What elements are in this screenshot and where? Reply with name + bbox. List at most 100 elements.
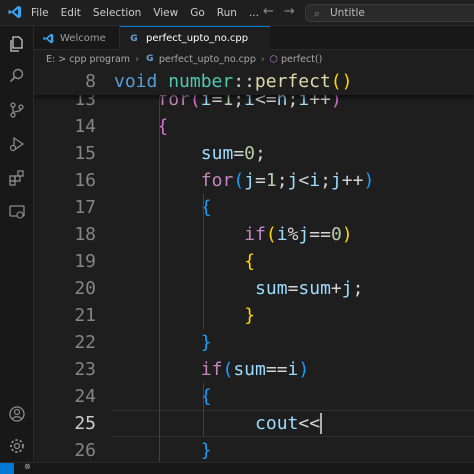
code-text: sum=0; xyxy=(201,140,266,167)
menu-bar: File Edit Selection View Go Run ... xyxy=(31,0,271,26)
code-token: :: xyxy=(233,71,255,92)
code-token: == xyxy=(265,359,288,380)
search-icon[interactable] xyxy=(7,66,27,86)
code-token: sum xyxy=(298,278,331,299)
run-debug-icon[interactable] xyxy=(7,134,27,154)
code-token: } xyxy=(244,305,256,326)
code-text: if(sum==i) xyxy=(201,356,309,383)
code-token: = xyxy=(255,170,266,191)
code-token: ++ xyxy=(341,170,364,191)
remote-explorer-icon[interactable] xyxy=(7,202,27,222)
line-number: 15 xyxy=(74,143,96,164)
chevron-right-icon: › xyxy=(260,53,265,65)
forward-arrow-icon[interactable]: → xyxy=(284,4,305,19)
code-token: j xyxy=(341,278,353,299)
title-bar: File Edit Selection View Go Run ... ←→ ⌕… xyxy=(0,0,474,26)
code-token: } xyxy=(200,440,212,461)
tab-perfect-upto-no[interactable]: G perfect_upto_no.cpp xyxy=(120,26,270,50)
code-line[interactable]: 14{ xyxy=(34,113,474,140)
code-line[interactable]: 15 sum=0; xyxy=(34,140,474,167)
indent-guide xyxy=(202,383,204,437)
code-token: 0 xyxy=(330,224,342,245)
code-token: ; xyxy=(320,170,331,191)
search-icon: ⌕ xyxy=(314,7,321,20)
vscode-logo-icon xyxy=(42,32,54,44)
code-line[interactable]: 17{ xyxy=(34,194,474,221)
settings-gear-icon[interactable] xyxy=(7,436,27,456)
line-number: 17 xyxy=(74,197,96,218)
line-number: 25 xyxy=(74,413,96,434)
code-token: i xyxy=(287,359,299,380)
code-token: % xyxy=(287,224,299,245)
code-line[interactable]: 26} xyxy=(34,437,474,462)
command-center-label: Untitle xyxy=(330,7,365,19)
code-token: ) xyxy=(363,170,375,191)
sticky-scroll-header[interactable]: 8 void number::perfect() xyxy=(34,68,474,95)
menu-selection[interactable]: Selection xyxy=(93,7,141,19)
menu-more[interactable]: ... xyxy=(249,7,259,19)
navigation-arrows: ←→ xyxy=(263,4,305,19)
code-token: + xyxy=(330,278,342,299)
code-token: ( xyxy=(233,170,245,191)
source-control-icon[interactable] xyxy=(7,100,27,120)
code-token: { xyxy=(244,251,256,272)
code-line[interactable]: 25 cout<< xyxy=(34,410,474,437)
code-line[interactable]: 24{ xyxy=(34,383,474,410)
code-editor[interactable]: 8 void number::perfect() 13 for(i=1;i<=n;… xyxy=(34,68,474,462)
menu-file[interactable]: File xyxy=(31,7,49,19)
code-token: = xyxy=(233,143,245,164)
code-token: ( xyxy=(222,359,234,380)
chevron-right-icon: › xyxy=(135,53,139,65)
code-token: for xyxy=(200,170,234,191)
code-line[interactable]: 20 sum=sum+j; xyxy=(34,275,474,302)
line-number: 16 xyxy=(74,170,96,191)
code-token: j xyxy=(287,170,299,191)
code-token: ; xyxy=(276,170,288,191)
code-token: 1 xyxy=(265,170,277,191)
menu-run[interactable]: Run xyxy=(217,7,237,19)
back-arrow-icon[interactable]: ← xyxy=(263,4,284,19)
code-text: { xyxy=(244,248,255,275)
code-line[interactable]: 23 if(sum==i) xyxy=(34,356,474,383)
line-number: 8 xyxy=(85,71,96,92)
code-token: ( xyxy=(265,224,277,245)
status-bar: ⊗ xyxy=(0,462,474,474)
tab-label: perfect_upto_no.cpp xyxy=(146,33,249,44)
cube-icon: ⬡ xyxy=(269,53,278,65)
code-token: number xyxy=(168,71,234,92)
menu-edit[interactable]: Edit xyxy=(61,7,81,19)
explorer-icon[interactable] xyxy=(7,34,27,54)
code-line[interactable]: 22} xyxy=(34,329,474,356)
indent-guide xyxy=(202,194,204,329)
tab-welcome[interactable]: Welcome xyxy=(34,26,120,50)
code-token: if xyxy=(244,224,266,245)
code-token: sum xyxy=(255,278,288,299)
code-token: == xyxy=(309,224,331,245)
code-line[interactable]: 18 if(i%j==0) xyxy=(34,221,474,248)
vscode-logo-icon xyxy=(8,5,22,19)
line-number: 14 xyxy=(74,116,96,137)
errors-icon[interactable]: ⊗ xyxy=(24,462,31,471)
code-token: = xyxy=(287,278,299,299)
breadcrumb-folder[interactable]: E: > cpp program xyxy=(46,54,130,65)
code-text: } xyxy=(244,302,255,329)
breadcrumb-symbol[interactable]: perfect() xyxy=(281,54,322,65)
account-icon[interactable] xyxy=(7,404,27,424)
menu-view[interactable]: View xyxy=(153,7,178,19)
breadcrumb-file[interactable]: perfect_upto_no.cpp xyxy=(159,54,256,65)
code-token: ) xyxy=(341,224,353,245)
menu-go[interactable]: Go xyxy=(190,7,205,19)
text-caret xyxy=(320,413,323,434)
code-line[interactable]: 16 for(j=1;j<i;j++) xyxy=(34,167,474,194)
command-center[interactable]: ⌕ Untitle xyxy=(305,4,474,22)
editor-tabs: Welcome G perfect_upto_no.cpp xyxy=(34,26,474,50)
cpp-file-icon: G xyxy=(146,54,154,64)
line-number: 18 xyxy=(74,224,96,245)
remote-indicator[interactable] xyxy=(0,463,14,474)
extensions-icon[interactable] xyxy=(7,168,27,188)
code-line[interactable]: 21} xyxy=(34,302,474,329)
code-token: ; xyxy=(255,143,266,164)
line-number: 23 xyxy=(74,359,96,380)
code-line[interactable]: 19 { xyxy=(34,248,474,275)
